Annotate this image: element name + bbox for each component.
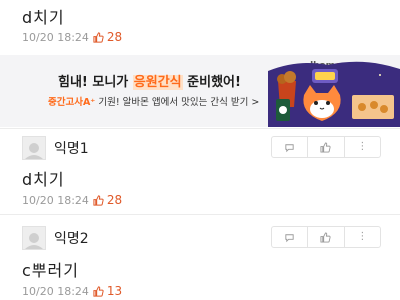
like-count-badge: 13 [93,284,122,298]
comment-text: d치기 [22,170,65,189]
ad-title-highlight: 응원간식 [132,75,183,90]
avatar-placeholder [25,233,43,249]
comment-timestamp: 10/20 18:24 [22,193,89,207]
avatar [22,226,46,250]
divider [0,214,400,215]
more-button[interactable]: ⋮ [345,137,380,157]
more-icon: ⋮ [357,141,368,152]
comment-text: c뿌러기 [22,261,79,280]
thumbs-up-icon [93,194,104,206]
like-count: 13 [106,284,123,298]
like-button[interactable] [308,227,345,247]
like-icon [320,231,332,243]
comment-user-row: 익명2 [22,226,89,250]
more-icon: ⋮ [357,231,368,242]
like-count-badge: 28 [93,193,122,207]
avatar [22,136,46,160]
ad-title: 힘내! 모니가 응원간식 준비했어! [58,71,241,90]
ad-illustration [268,61,400,127]
like-count: 28 [106,30,123,44]
reply-button[interactable] [272,137,309,157]
ad-subtitle[interactable]: 중간고사A⁺ 기원! 알바몬 앱에서 맛있는 간식 받기 > [48,94,259,108]
comment-text: d치기 [22,8,65,27]
comment-timestamp: 10/20 18:24 [22,30,89,44]
comment-timestamp: 10/20 18:24 [22,284,89,298]
comment-user-row: 익명1 [22,136,89,160]
thumbs-up-icon [93,31,104,43]
thumbs-up-icon [93,285,104,297]
like-icon [320,141,332,153]
reply-icon [285,143,294,152]
comment-actions: ⋮ [271,136,381,158]
ad-title-prefix: 힘내! 모니가 [58,75,133,90]
like-button[interactable] [308,137,345,157]
like-count-badge: 28 [93,30,122,44]
more-button[interactable]: ⋮ [345,227,380,247]
comment-meta: 10/20 18:24 13 [22,284,122,298]
avatar-placeholder [25,143,43,159]
reply-button[interactable] [272,227,309,247]
comment-actions: ⋮ [271,226,381,248]
divider [0,128,400,129]
like-count: 28 [106,193,123,207]
username: 익명1 [54,141,89,157]
ad-title-suffix: 준비했어! [182,75,241,90]
ad-banner[interactable]: 힘내! 모니가 응원간식 준비했어! 중간고사A⁺ 기원! 알바몬 앱에서 맛있… [0,55,400,127]
reply-icon [285,233,294,242]
ad-subtitle-accent: 중간고사A⁺ [48,97,96,108]
comment-meta: 10/20 18:24 28 [22,193,122,207]
username: 익명2 [54,231,89,247]
comment-meta: 10/20 18:24 28 [22,30,122,44]
ad-subtitle-text: 기원! 알바몬 앱에서 맛있는 간식 받기 > [95,97,260,108]
